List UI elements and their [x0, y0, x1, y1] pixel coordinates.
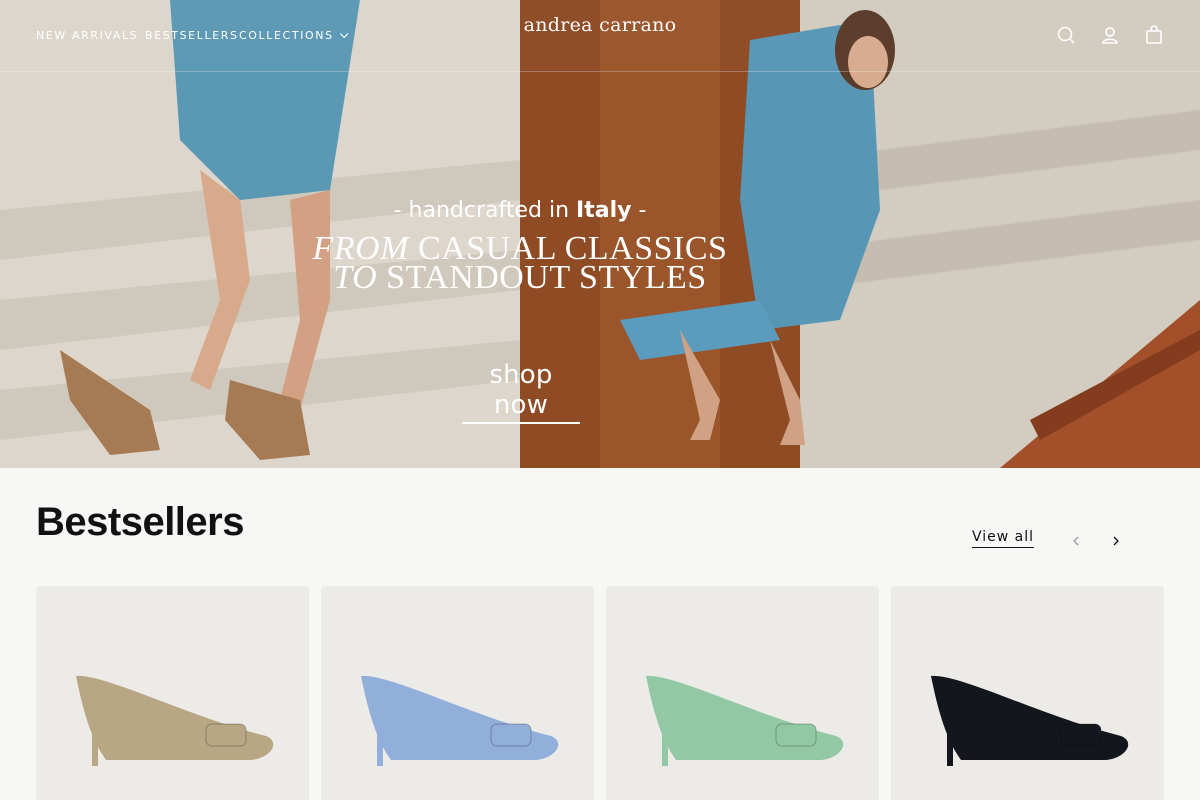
- section-title: Bestsellers: [36, 500, 244, 544]
- chevron-right-icon[interactable]: [1110, 532, 1122, 546]
- product-image: [931, 675, 1129, 766]
- product-card[interactable]: [891, 586, 1164, 800]
- headline-line2-rest: STANDOUT STYLES: [377, 259, 707, 296]
- tagline-prefix: - handcrafted in: [393, 198, 577, 223]
- product-carousel: [36, 586, 1164, 800]
- headline-line2-italic: TO: [333, 259, 378, 296]
- product-image: [361, 675, 559, 766]
- product-image: [646, 675, 844, 766]
- product-image: [76, 675, 274, 766]
- main-nav: NEW ARRIVALS BESTSELLERS COLLECTIONS and…: [0, 0, 1200, 72]
- tagline-suffix: -: [631, 198, 647, 223]
- tagline-bold: Italy: [576, 198, 632, 223]
- shop-now-button[interactable]: shop now: [462, 360, 580, 424]
- view-all-link[interactable]: View all: [972, 529, 1035, 548]
- hero-banner[interactable]: NEW ARRIVALS BESTSELLERS COLLECTIONS and…: [0, 0, 1200, 468]
- brand-logo[interactable]: andrea carrano: [0, 14, 1200, 36]
- product-card[interactable]: [606, 586, 879, 800]
- search-icon[interactable]: [1055, 24, 1077, 46]
- chevron-left-icon[interactable]: [1070, 532, 1082, 546]
- hero-tagline: - handcrafted in Italy -: [0, 198, 1040, 223]
- product-card[interactable]: [36, 586, 309, 800]
- account-icon[interactable]: [1099, 24, 1121, 46]
- product-card[interactable]: [321, 586, 594, 800]
- hero-headline-line2: TO STANDOUT STYLES: [0, 261, 1040, 295]
- cart-icon[interactable]: [1143, 24, 1165, 46]
